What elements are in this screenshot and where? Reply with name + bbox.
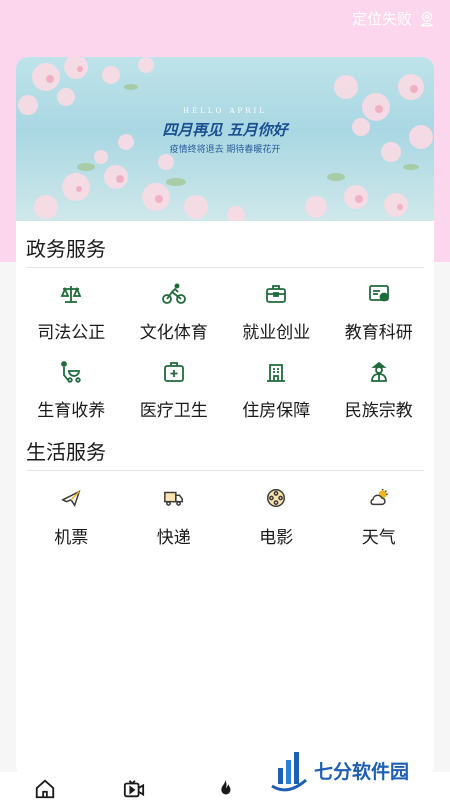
service-employment[interactable]: 就业创业 (225, 268, 328, 346)
service-label: 生育收养 (37, 401, 106, 421)
main-card: HELLO APRIL 四月再见 五月你好 疫情终将退去 期待春暖花开 政务服务… (16, 57, 434, 777)
service-label: 快递 (156, 528, 191, 548)
location-status-text: 定位失败 (351, 10, 412, 28)
service-movie[interactable]: 电影 (225, 471, 328, 553)
service-express[interactable]: 快递 (123, 471, 226, 553)
person-icon (370, 361, 387, 382)
stroller-icon (61, 361, 81, 383)
briefcase-icon (266, 285, 287, 303)
airplane-icon (61, 490, 81, 507)
video-icon[interactable] (122, 778, 146, 800)
service-label: 就业创业 (242, 323, 311, 343)
banner-title: 四月再见 五月你好 (162, 121, 288, 139)
location-pin-icon (420, 11, 434, 26)
flame-icon[interactable] (213, 778, 237, 800)
cyclist-icon (161, 283, 186, 304)
service-healthcare[interactable]: 医疗卫生 (123, 346, 226, 424)
service-judicial[interactable]: 司法公正 (20, 268, 123, 346)
service-label: 机票 (54, 528, 89, 548)
film-reel-icon (267, 489, 286, 507)
delivery-truck-icon (163, 491, 183, 506)
watermark: 七分软件园 (268, 741, 450, 800)
scales-icon (60, 286, 82, 303)
service-education[interactable]: 教育科研 (328, 268, 431, 346)
service-housing[interactable]: 住房保障 (225, 346, 328, 424)
service-label: 民族宗教 (344, 401, 413, 421)
gov-services-title: 政务服务 (26, 237, 106, 261)
service-label: 电影 (259, 528, 294, 548)
banner-text: HELLO APRIL 四月再见 五月你好 疫情终将退去 期待春暖花开 (16, 107, 434, 155)
cloud-sun-icon (370, 488, 388, 506)
service-culture-sports[interactable]: 文化体育 (123, 268, 226, 346)
home-icon[interactable] (33, 778, 57, 800)
service-label: 住房保障 (242, 401, 311, 421)
watermark-logo-icon (271, 751, 307, 791)
service-label: 司法公正 (37, 323, 106, 343)
service-label: 教育科研 (344, 323, 413, 343)
service-weather[interactable]: 天气 (328, 471, 431, 553)
banner-small-text: HELLO APRIL (183, 107, 267, 115)
service-label: 医疗卫生 (139, 401, 208, 421)
gov-services-grid: 司法公正 文化体育 就业创业 教育科研 生育收养 医疗卫生 住房保障 民族宗教 (16, 268, 434, 424)
life-services-grid: 机票 快递 电影 天气 (16, 471, 434, 553)
service-label: 文化体育 (139, 323, 208, 343)
service-flight[interactable]: 机票 (20, 471, 123, 553)
service-ethnic-religion[interactable]: 民族宗教 (328, 346, 431, 424)
watermark-text: 七分软件园 (314, 761, 410, 783)
service-birth-adoption[interactable]: 生育收养 (20, 346, 123, 424)
location-status[interactable]: 定位失败 (352, 8, 436, 29)
banner[interactable]: HELLO APRIL 四月再见 五月你好 疫情终将退去 期待春暖花开 (16, 57, 434, 221)
life-services-title: 生活服务 (26, 440, 106, 464)
medical-kit-icon (163, 362, 184, 382)
service-label: 天气 (361, 528, 396, 548)
banner-subtitle: 疫情终将退去 期待春暖花开 (169, 145, 281, 155)
building-icon (267, 364, 286, 382)
certificate-icon (368, 285, 389, 302)
